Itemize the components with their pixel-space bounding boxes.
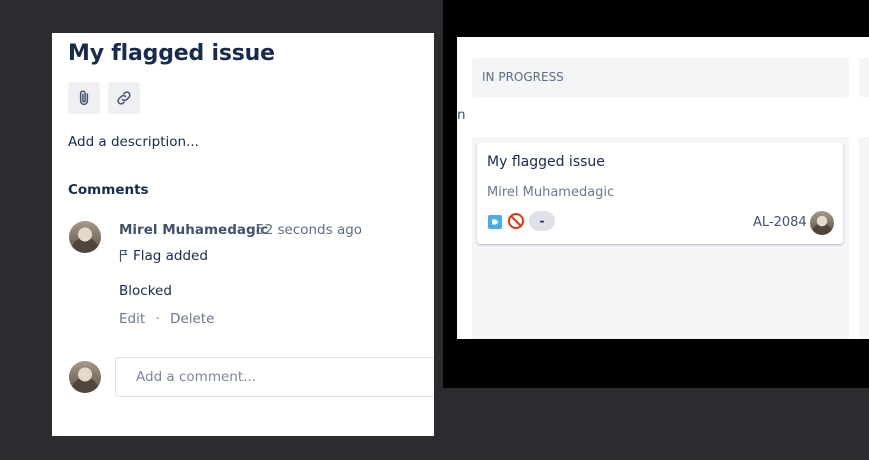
flag-added-text: Flag added [133, 248, 208, 264]
avatar [69, 361, 101, 393]
comment-timestamp: 52 seconds ago [256, 222, 363, 238]
task-icon [488, 215, 502, 229]
comment-author[interactable]: Mirel Muhamedagic [119, 222, 268, 238]
comment-flag-line: Flag added [119, 248, 208, 264]
attach-button[interactable] [68, 82, 100, 114]
link-icon [117, 91, 131, 105]
description-field[interactable]: Add a description... [68, 134, 199, 150]
partial-text: n [457, 107, 466, 123]
add-comment-input[interactable]: Add a comment... [115, 357, 434, 397]
blocked-icon [508, 213, 524, 229]
issue-title[interactable]: My flagged issue [68, 41, 275, 66]
paperclip-icon [79, 90, 89, 106]
issue-card[interactable]: My flagged issue Mirel Muhamedagic - AL-… [477, 143, 843, 244]
card-assignee: Mirel Muhamedagic [487, 185, 615, 200]
next-column-header[interactable] [859, 58, 869, 97]
separator: · [155, 311, 160, 327]
comments-heading: Comments [68, 182, 149, 198]
board: IN PROGRESS My flagged issue Mirel Muham… [457, 37, 869, 339]
avatar [810, 211, 834, 235]
issue-detail-panel: My flagged issue Add a description... Co… [52, 33, 434, 436]
flag-icon [119, 250, 128, 262]
comment-body: Blocked [119, 283, 172, 299]
comment-actions: Edit · Delete [119, 311, 214, 327]
issue-key[interactable]: AL-2084 [753, 215, 807, 230]
card-title: My flagged issue [487, 154, 605, 170]
column-header[interactable]: IN PROGRESS [472, 58, 849, 97]
estimate-badge: - [529, 211, 555, 231]
delete-comment-link[interactable]: Delete [170, 311, 214, 327]
edit-comment-link[interactable]: Edit [119, 311, 145, 327]
avatar[interactable] [69, 221, 101, 253]
next-column-body [859, 137, 869, 339]
link-button[interactable] [108, 82, 140, 114]
